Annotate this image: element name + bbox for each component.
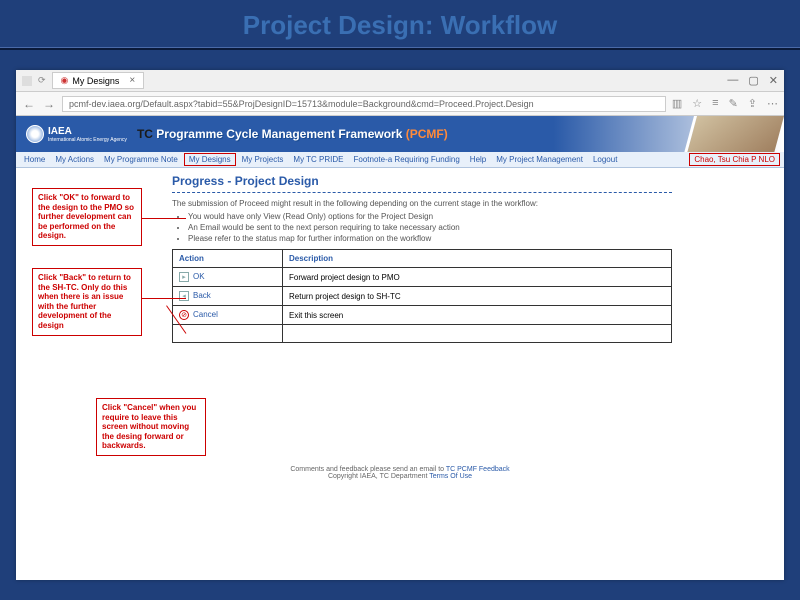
bullet-1: You would have only View (Read Only) opt… xyxy=(188,212,672,221)
logo-subtext: International Atomic Energy Agency xyxy=(48,137,127,143)
table-row xyxy=(173,325,672,343)
intro-text: The submission of Proceed might result i… xyxy=(172,199,538,208)
footer-terms-link[interactable]: Terms Of Use xyxy=(429,473,472,480)
progress-panel: Progress - Project Design The submission… xyxy=(172,174,672,343)
bullet-3: Please refer to the status map for furth… xyxy=(188,234,672,243)
browser-tab[interactable]: ◉ My Designs × xyxy=(52,72,145,89)
menu-my-project-management[interactable]: My Project Management xyxy=(492,154,587,165)
table-row: ▸OK Forward project design to PMO xyxy=(173,268,672,287)
menu-my-programme-note[interactable]: My Programme Note xyxy=(100,154,182,165)
tab-favicon: ◉ xyxy=(61,75,69,86)
back-action-icon: ◂ xyxy=(179,291,189,301)
url-input[interactable] xyxy=(62,96,666,112)
more-icon[interactable]: ⋯ xyxy=(767,97,778,110)
close-window-icon[interactable]: ✕ xyxy=(769,74,778,87)
browser-window: ⟳ ◉ My Designs × — ▢ ✕ ← → ▥ ☆ ≡ ✎ ⇪ ⋯ xyxy=(16,70,784,580)
maximize-icon[interactable]: ▢ xyxy=(748,74,758,87)
desc-ok: Forward project design to PMO xyxy=(283,268,672,287)
footer-feedback-text: Comments and feedback please send an ema… xyxy=(290,466,444,473)
tab-title: My Designs xyxy=(72,76,119,86)
action-back[interactable]: ◂Back xyxy=(173,287,283,306)
browser-titlebar: ⟳ ◉ My Designs × — ▢ ✕ xyxy=(16,70,784,92)
back-icon[interactable]: ← xyxy=(22,97,36,111)
logo-text: IAEA xyxy=(48,126,72,137)
col-action: Action xyxy=(173,250,283,268)
menu-home[interactable]: Home xyxy=(20,154,49,165)
iaea-logo[interactable]: IAEA International Atomic Energy Agency xyxy=(26,125,127,143)
callout-back: Click "Back" to return to the SH-TC. Onl… xyxy=(32,268,142,336)
footer-feedback-link[interactable]: TC PCMF Feedback xyxy=(446,466,510,473)
page-footer: Comments and feedback please send an ema… xyxy=(16,466,784,480)
table-row: ⊘Cancel Exit this screen xyxy=(173,306,672,325)
panel-divider xyxy=(172,192,672,193)
action-cancel[interactable]: ⊘Cancel xyxy=(173,306,283,325)
main-menu: Home My Actions My Programme Note My Des… xyxy=(16,152,784,168)
globe-icon xyxy=(26,125,44,143)
bullet-2: An Email would be sent to the next perso… xyxy=(188,223,672,232)
minimize-icon[interactable]: — xyxy=(727,74,738,87)
table-row: ◂Back Return project design to SH-TC xyxy=(173,287,672,306)
header-image xyxy=(684,116,784,152)
reload-icon[interactable]: ⟳ xyxy=(38,75,46,86)
menu-my-actions[interactable]: My Actions xyxy=(51,154,98,165)
site-title: TC Programme Cycle Management Framework … xyxy=(137,127,448,141)
action-ok[interactable]: ▸OK xyxy=(173,268,283,287)
close-tab-icon[interactable]: × xyxy=(129,75,135,86)
menu-my-designs[interactable]: My Designs xyxy=(184,153,236,166)
menu-footnote[interactable]: Footnote-a Requiring Funding xyxy=(350,154,464,165)
menu-my-projects[interactable]: My Projects xyxy=(238,154,288,165)
cancel-icon: ⊘ xyxy=(179,310,189,320)
action-table: Action Description ▸OK Forward project d… xyxy=(172,249,672,343)
notes-icon[interactable]: ✎ xyxy=(729,97,738,110)
menu-my-tc-pride[interactable]: My TC PRIDE xyxy=(289,154,347,165)
hub-icon[interactable]: ≡ xyxy=(712,97,718,110)
tc-label: TC xyxy=(137,127,153,141)
desc-cancel: Exit this screen xyxy=(283,306,672,325)
footer-copyright: Copyright IAEA, TC Department xyxy=(328,473,427,480)
callout-ok: Click "OK" to forward to the design to t… xyxy=(32,188,142,246)
site-title-acronym: (PCMF) xyxy=(406,127,448,141)
panel-title: Progress - Project Design xyxy=(172,174,672,190)
forward-icon[interactable]: → xyxy=(42,97,56,111)
callout-line-2 xyxy=(142,298,186,299)
title-underline xyxy=(0,47,800,50)
site-header: IAEA International Atomic Energy Agency … xyxy=(16,116,784,152)
menu-logout[interactable]: Logout xyxy=(589,154,621,165)
menu-help[interactable]: Help xyxy=(466,154,490,165)
share-icon[interactable]: ⇪ xyxy=(748,97,757,110)
callout-line-1 xyxy=(142,218,186,219)
empty-cell xyxy=(173,325,283,343)
reading-list-icon[interactable]: ▥ xyxy=(672,97,682,110)
desc-back: Return project design to SH-TC xyxy=(283,287,672,306)
ok-icon: ▸ xyxy=(179,272,189,282)
window-icon xyxy=(22,76,32,86)
callout-cancel: Click "Cancel" when you require to leave… xyxy=(96,398,206,456)
content-area: Click "OK" to forward to the design to t… xyxy=(16,168,784,580)
slide-title: Project Design: Workflow xyxy=(0,0,800,47)
current-user: Chao, Tsu Chia P NLO xyxy=(689,153,780,166)
col-description: Description xyxy=(283,250,672,268)
address-bar: ← → ▥ ☆ ≡ ✎ ⇪ ⋯ xyxy=(16,92,784,116)
empty-cell xyxy=(283,325,672,343)
site-title-main: Programme Cycle Management Framework xyxy=(156,127,402,141)
panel-intro: The submission of Proceed might result i… xyxy=(172,199,672,243)
favorites-icon[interactable]: ☆ xyxy=(692,97,702,110)
